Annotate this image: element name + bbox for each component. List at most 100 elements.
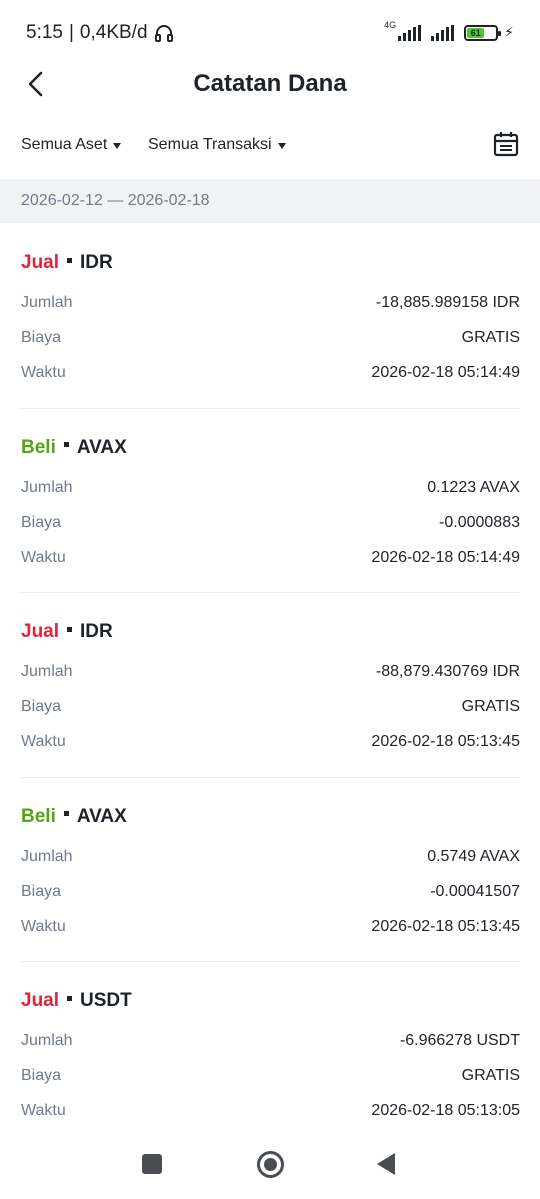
amount-value: 0.1223 AVAX [427,478,520,496]
time-row: Waktu 2026-02-18 05:14:49 [21,364,520,386]
separator-dot [67,257,73,263]
amount-value: -6.966278 USDT [399,1032,520,1049]
record-asset: IDR [80,252,113,273]
time-value: 2026-02-18 05:14:49 [371,364,520,381]
home-circle-icon[interactable] [257,1151,284,1178]
back-triangle-icon[interactable] [377,1153,395,1175]
asset-filter-dropdown[interactable]: Semua Aset [21,136,122,154]
asset-filter-label: Semua Aset [21,136,108,153]
record-type: Jual [21,621,60,642]
time-value: 2026-02-18 05:14:49 [371,548,520,566]
fee-value: GRATIS [461,1067,520,1084]
record-asset: AVAX [76,805,127,827]
amount-value: -18,885.989158 IDR [375,294,520,311]
time-value: 2026-02-18 05:13:05 [371,1102,520,1119]
status-right: 4G 61 ⚡ [384,20,514,41]
separator-dot [63,442,69,447]
record-item[interactable]: Jual IDR Jumlah -18,885.989158 IDR Biaya… [20,224,520,409]
status-time: 5:15 [26,22,63,43]
separator-dot [67,626,73,632]
caret-down-icon [277,143,286,149]
fee-label: Biaya [21,513,62,531]
headset-icon [154,25,173,42]
status-left: 5:15 | 0,4KB/d [26,22,174,44]
date-range-band: 2026-02-12 — 2026-02-18 [0,179,540,223]
fee-label: Biaya [21,698,62,715]
record-list: Jual IDR Jumlah -18,885.989158 IDR Biaya… [0,224,540,1147]
calendar-icon [493,132,519,157]
record-item[interactable]: Beli AVAX Jumlah 0.5749 AVAX Biaya -0.00… [20,778,520,962]
time-label: Waktu [21,917,66,935]
record-item[interactable]: Jual IDR Jumlah -88,879.430769 IDR Biaya… [20,593,520,778]
fee-row: Biaya GRATIS [21,1067,520,1089]
record-type: Jual [21,990,60,1011]
record-asset: IDR [80,621,113,642]
page-title: Catatan Dana [193,70,347,97]
amount-value: -88,879.430769 IDR [375,663,520,680]
amount-label: Jumlah [21,1032,73,1049]
record-type: Beli [21,805,56,827]
fee-label: Biaya [21,882,62,900]
time-value: 2026-02-18 05:13:45 [371,733,520,750]
record-header: Jual IDR [21,621,113,643]
network-type: 4G [384,19,397,30]
status-separator: | [68,22,74,43]
fee-row: Biaya GRATIS [21,329,520,351]
amount-label: Jumlah [21,478,73,496]
transaction-filter-label: Semua Transaksi [148,136,272,153]
filter-bar: Semua Aset Semua Transaksi [0,128,540,168]
fee-label: Biaya [21,329,62,346]
record-item[interactable]: Beli AVAX Jumlah 0.1223 AVAX Biaya -0.00… [20,409,520,593]
record-header: Jual USDT [21,990,132,1012]
fee-row: Biaya -0.0000883 [21,514,520,536]
record-asset: AVAX [76,436,127,458]
navigation-bar [0,1133,540,1199]
record-asset: USDT [80,990,132,1011]
time-row: Waktu 2026-02-18 05:14:49 [21,549,520,571]
amount-label: Jumlah [21,294,73,311]
time-row: Waktu 2026-02-18 05:13:45 [21,733,520,755]
signal-icon [398,24,422,41]
caret-down-icon [113,143,122,149]
time-label: Waktu [21,733,66,750]
record-type: Jual [21,252,60,273]
header: Catatan Dana [0,60,540,108]
amount-row: Jumlah -6.966278 USDT [21,1032,520,1054]
amount-value: 0.5749 AVAX [427,847,520,865]
fee-value: GRATIS [461,698,520,715]
net-speed: 0,4KB/d [79,22,148,43]
time-value: 2026-02-18 05:13:45 [371,917,520,935]
fee-value: -0.0000883 [439,513,520,531]
battery-level: 61 [467,27,485,38]
date-range: 2026-02-12 — 2026-02-18 [21,192,210,209]
time-label: Waktu [21,364,66,381]
amount-row: Jumlah 0.5749 AVAX [21,848,520,870]
record-header: Beli AVAX [21,806,127,828]
fee-value: GRATIS [461,329,520,346]
fee-row: Biaya GRATIS [21,698,520,720]
signal-icon-2 [431,24,455,41]
fee-row: Biaya -0.00041507 [21,883,520,905]
amount-label: Jumlah [21,663,73,680]
recents-square-icon[interactable] [142,1154,162,1174]
record-header: Beli AVAX [21,437,127,459]
transaction-filter-dropdown[interactable]: Semua Transaksi [148,136,286,154]
amount-row: Jumlah -18,885.989158 IDR [21,294,520,316]
separator-dot [67,995,73,1001]
record-header: Jual IDR [21,252,113,274]
separator-dot [63,811,69,816]
amount-row: Jumlah 0.1223 AVAX [21,479,520,501]
charging-icon: ⚡ [504,24,514,40]
amount-row: Jumlah -88,879.430769 IDR [21,663,520,685]
time-row: Waktu 2026-02-18 05:13:45 [21,918,520,940]
record-item[interactable]: Jual USDT Jumlah -6.966278 USDT Biaya GR… [20,962,520,1147]
time-label: Waktu [21,1102,66,1119]
amount-label: Jumlah [21,847,73,865]
status-bar: 5:15 | 0,4KB/d 4G 61 ⚡ [0,0,540,64]
calendar-button[interactable] [492,130,520,158]
record-type: Beli [21,436,56,458]
fee-value: -0.00041507 [430,882,520,900]
time-label: Waktu [21,548,66,566]
fee-label: Biaya [21,1067,62,1084]
time-row: Waktu 2026-02-18 05:13:05 [21,1102,520,1124]
